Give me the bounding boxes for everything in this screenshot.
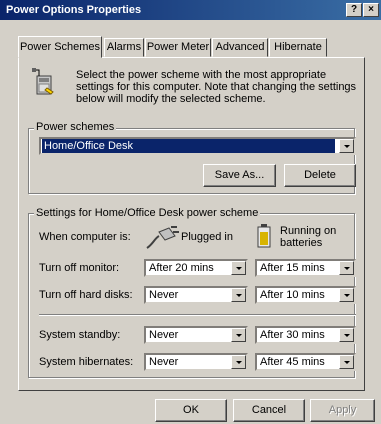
tab-power-schemes[interactable]: Power Schemes xyxy=(18,36,102,58)
batteries-label: Running on batteries xyxy=(280,225,337,249)
delete-button[interactable]: Delete xyxy=(284,164,356,187)
tab-advanced[interactable]: Advanced xyxy=(212,38,268,57)
hard-disks-battery-value: After 10 mins xyxy=(260,289,325,301)
battery-icon xyxy=(257,224,271,248)
intro-text: Select the power scheme with the most ap… xyxy=(76,69,357,105)
monitor-plugged-value: After 20 mins xyxy=(149,262,214,274)
standby-plugged-value: Never xyxy=(149,329,179,341)
cancel-button[interactable]: Cancel xyxy=(233,399,305,422)
ok-button[interactable]: OK xyxy=(155,399,227,422)
hibernates-plugged-value: Never xyxy=(149,356,179,368)
power-scheme-select[interactable]: Home/Office Desk xyxy=(39,137,356,155)
hard-disks-plugged-value: Never xyxy=(149,289,179,301)
turn-off-hard-disks-label: Turn off hard disks: xyxy=(39,289,133,301)
power-scheme-icon xyxy=(31,68,57,98)
chevron-down-icon[interactable] xyxy=(339,139,354,153)
chevron-down-icon[interactable] xyxy=(339,261,354,275)
plugged-in-label: Plugged in xyxy=(181,231,233,243)
power-scheme-value: Home/Office Desk xyxy=(42,139,335,153)
system-hibernates-label: System hibernates: xyxy=(39,356,134,368)
power-schemes-legend: Power schemes xyxy=(34,121,117,133)
apply-button[interactable]: Apply xyxy=(310,399,375,422)
tab-power-meter[interactable]: Power Meter xyxy=(145,38,211,57)
settings-legend: Settings for Home/Office Desk power sche… xyxy=(34,207,261,219)
chevron-down-icon[interactable] xyxy=(339,288,354,302)
tab-hibernate[interactable]: Hibernate xyxy=(269,38,327,57)
turn-off-monitor-label: Turn off monitor: xyxy=(39,262,120,274)
when-computer-label: When computer is: xyxy=(39,231,131,243)
help-button[interactable]: ? xyxy=(346,3,362,17)
chevron-down-icon[interactable] xyxy=(231,328,246,342)
standby-battery-value: After 30 mins xyxy=(260,329,325,341)
tab-alarms[interactable]: Alarms xyxy=(104,38,144,57)
save-as-button[interactable]: Save As... xyxy=(203,164,276,187)
monitor-battery-value: After 15 mins xyxy=(260,262,325,274)
chevron-down-icon[interactable] xyxy=(231,261,246,275)
monitor-battery-select[interactable]: After 15 mins xyxy=(255,259,356,277)
hibernates-battery-value: After 45 mins xyxy=(260,356,325,368)
system-standby-label: System standby: xyxy=(39,329,121,341)
standby-battery-select[interactable]: After 30 mins xyxy=(255,326,356,344)
chevron-down-icon[interactable] xyxy=(339,355,354,369)
monitor-plugged-select[interactable]: After 20 mins xyxy=(144,259,248,277)
hibernates-battery-select[interactable]: After 45 mins xyxy=(255,353,356,371)
chevron-down-icon[interactable] xyxy=(339,328,354,342)
power-plug-icon xyxy=(145,222,179,250)
hard-disks-plugged-select[interactable]: Never xyxy=(144,286,248,304)
chevron-down-icon[interactable] xyxy=(231,355,246,369)
tab-panel: Select the power scheme with the most ap… xyxy=(18,57,365,391)
title-bar: Power Options Properties ? × xyxy=(0,0,381,20)
hard-disks-battery-select[interactable]: After 10 mins xyxy=(255,286,356,304)
window-title: Power Options Properties xyxy=(6,4,142,16)
chevron-down-icon[interactable] xyxy=(231,288,246,302)
settings-divider xyxy=(39,314,356,316)
close-button[interactable]: × xyxy=(363,3,379,17)
standby-plugged-select[interactable]: Never xyxy=(144,326,248,344)
hibernates-plugged-select[interactable]: Never xyxy=(144,353,248,371)
